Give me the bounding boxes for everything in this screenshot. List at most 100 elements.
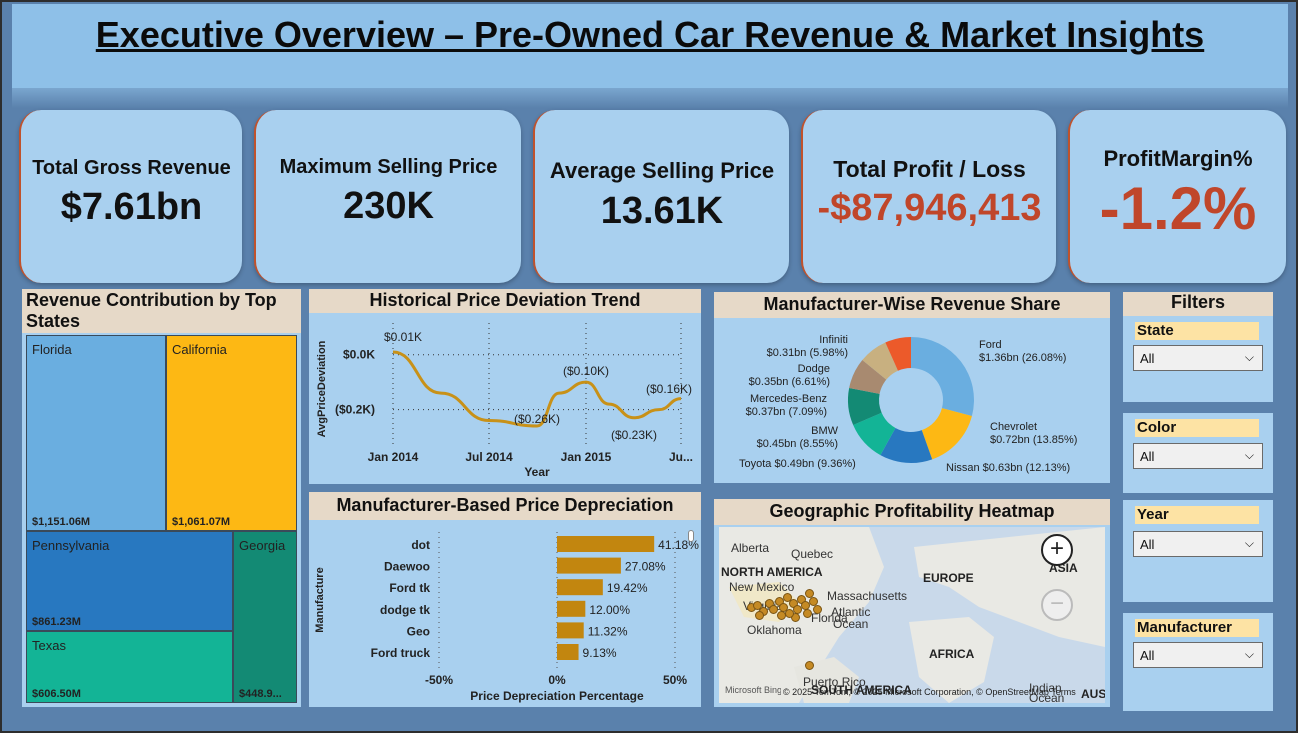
chevron-down-icon: ⌵: [1244, 350, 1254, 364]
category-label: dot: [411, 538, 430, 552]
scrollbar[interactable]: [688, 530, 694, 542]
treemap-state-label: California: [172, 342, 227, 357]
year-dropdown-value: All: [1140, 537, 1155, 552]
donut-label: $0.37bn (7.09%): [746, 406, 827, 418]
x-tick-label: Ju...: [669, 450, 693, 464]
treemap-tile[interactable]: Georgia $448.9...: [233, 531, 297, 703]
map-zoom-in-button[interactable]: +: [1041, 534, 1073, 566]
treemap-state-label: Georgia: [239, 538, 286, 553]
manufacturer-dropdown[interactable]: All ⌵: [1133, 642, 1263, 668]
x-tick-label: Jan 2014: [368, 450, 419, 464]
depreciation-bar[interactable]: [557, 557, 621, 574]
kpi-profit-loss[interactable]: Total Profit / Loss -$87,946,413: [801, 110, 1056, 283]
treemap-state-label: Florida: [32, 342, 72, 357]
map-location-marker[interactable]: [813, 605, 822, 614]
category-label: dodge tk: [380, 603, 430, 617]
line-chart-panel: Historical Price Deviation Trend $0.0K ($…: [309, 289, 701, 484]
map-place-label: AFRICA: [929, 647, 975, 661]
treemap-panel: Revenue Contribution by Top States Flori…: [22, 289, 301, 707]
map-title: Geographic Profitability Heatmap: [714, 499, 1110, 525]
donut-chart: Ford$1.36bn (26.08%) Chevrolet$0.72bn (13…: [739, 334, 1077, 474]
data-label: ($0.23K): [611, 428, 657, 442]
depreciation-bar[interactable]: [557, 622, 584, 639]
data-label: 19.42%: [607, 581, 648, 595]
map-place-label: Oklahoma: [747, 623, 802, 637]
depreciation-bar[interactable]: [557, 579, 603, 596]
treemap-value-label: $1,061.07M: [172, 516, 231, 528]
category-label: Daewoo: [384, 560, 430, 574]
chevron-down-icon: ⌵: [1244, 536, 1254, 550]
map-attribution[interactable]: © 2025 TomTom, © 2025 Microsoft Corporat…: [783, 687, 1076, 697]
donut-label: $0.35bn (6.61%): [749, 376, 830, 388]
donut-label: Ford: [979, 339, 1002, 351]
map-location-marker[interactable]: [785, 609, 794, 618]
map-location-marker[interactable]: [755, 611, 764, 620]
color-dropdown[interactable]: All ⌵: [1133, 443, 1263, 469]
treemap-value-label: $861.23M: [32, 616, 81, 628]
treemap-tile[interactable]: Texas $606.50M: [26, 631, 233, 703]
treemap-tile[interactable]: California $1,061.07M: [166, 335, 297, 531]
filter-manufacturer-label: Manufacturer: [1135, 619, 1259, 637]
map-panel: Geographic Profitability Heatmap Alberta…: [714, 499, 1110, 707]
treemap-tile[interactable]: Pennsylvania $861.23M: [26, 531, 233, 631]
state-dropdown[interactable]: All ⌵: [1133, 345, 1263, 371]
y-tick-label: ($0.2K): [335, 403, 375, 417]
map-place-label: Massachusetts: [827, 589, 908, 603]
treemap-title: Revenue Contribution by Top States: [22, 289, 301, 333]
donut-label: Dodge: [798, 363, 830, 375]
data-label: 27.08%: [625, 560, 666, 574]
map-location-marker[interactable]: [805, 661, 814, 670]
x-tick-label: Jul 2014: [465, 450, 513, 464]
year-dropdown[interactable]: All ⌵: [1133, 531, 1263, 557]
kpi-avg-price[interactable]: Average Selling Price 13.61K: [533, 110, 789, 283]
treemap-value-label: $1,151.06M: [32, 516, 91, 528]
map-zoom-out-button[interactable]: −: [1041, 589, 1073, 621]
donut-label: BMW: [811, 425, 839, 437]
bar-chart: dot 41.18%Daewoo 27.08%Ford tk 19.42%dodge …: [314, 532, 699, 703]
kpi-label: Maximum Selling Price: [279, 156, 498, 178]
chevron-down-icon: ⌵: [1244, 448, 1254, 462]
x-tick-label: Jan 2015: [561, 450, 612, 464]
x-axis-title: Year: [524, 465, 550, 479]
map-place-label: Quebec: [791, 547, 834, 561]
map-location-marker[interactable]: [777, 611, 786, 620]
depreciation-bar[interactable]: [557, 600, 586, 617]
chevron-down-icon: ⌵: [1244, 647, 1254, 661]
depreciation-bar[interactable]: [557, 536, 655, 552]
treemap-state-label: Texas: [32, 638, 66, 653]
kpi-value: $7.61bn: [60, 186, 203, 228]
map-place-label: Alberta: [731, 541, 770, 555]
color-dropdown-value: All: [1140, 449, 1155, 464]
treemap-tile[interactable]: Florida $1,151.06M: [26, 335, 166, 531]
filters-header: Filters: [1123, 292, 1273, 316]
kpi-profit-margin[interactable]: ProfitMargin% -1.2%: [1068, 110, 1286, 283]
kpi-value: 13.61K: [600, 190, 724, 232]
data-label: ($0.26K): [514, 412, 560, 426]
map-place-label: AUS: [1081, 687, 1105, 701]
donut-label: $0.45bn (8.55%): [757, 438, 838, 450]
donut-label: $1.36bn (26.08%): [979, 352, 1066, 364]
donut-slice[interactable]: [911, 337, 974, 417]
x-axis-title: Price Depreciation Percentage: [470, 689, 644, 703]
filter-state-label: State: [1135, 322, 1259, 340]
donut-panel: Manufacturer-Wise Revenue Share Ford $1.3…: [714, 292, 1110, 483]
kpi-value: -$87,946,413: [817, 187, 1042, 229]
donut-label: $0.31bn (5.98%): [767, 347, 848, 359]
depreciation-bar[interactable]: [557, 644, 579, 660]
donut-label: $0.72bn (13.85%): [990, 434, 1077, 446]
kpi-value: -1.2%: [1099, 175, 1257, 242]
bar-chart-panel: Manufacturer-Based Price Depreciation do…: [309, 492, 701, 707]
header-bar: Executive Overview – Pre-Owned Car Reven…: [12, 4, 1288, 88]
kpi-gross-revenue[interactable]: Total Gross Revenue $7.61bn: [19, 110, 242, 283]
filter-year-label: Year: [1135, 506, 1259, 524]
kpi-label: Average Selling Price: [549, 158, 775, 183]
x-tick-label: 50%: [663, 673, 687, 687]
category-label: Ford tk: [389, 581, 430, 595]
kpi-max-price[interactable]: Maximum Selling Price 230K: [254, 110, 521, 283]
line-chart: $0.0K ($0.2K) Jan 2014 Jul 2014 Jan 2015 Ju..…: [316, 323, 693, 479]
map-place-label: New Mexico: [729, 580, 795, 594]
manufacturer-dropdown-value: All: [1140, 648, 1155, 663]
filter-color-label: Color: [1135, 419, 1259, 437]
category-label: Ford truck: [371, 646, 431, 660]
map-location-marker[interactable]: [803, 609, 812, 618]
